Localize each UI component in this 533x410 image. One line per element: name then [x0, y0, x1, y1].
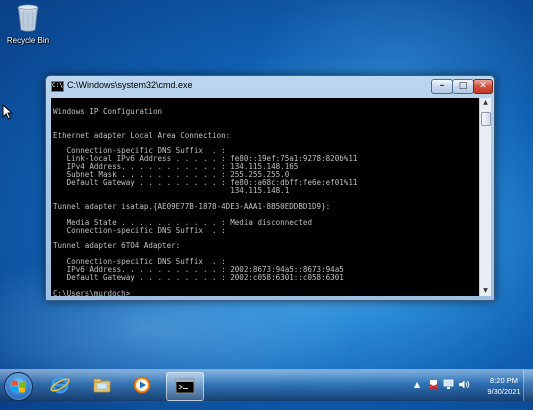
clock[interactable]: 8:20 PM 9/30/2021 [482, 375, 526, 397]
minimize-button[interactable]: – [431, 79, 453, 94]
scroll-up-icon[interactable]: ▲ [480, 98, 491, 108]
maximize-icon: □ [458, 81, 468, 91]
cmd-icon [175, 378, 195, 394]
recycle-bin-icon [17, 4, 39, 32]
console-line: Tunnel adapter isatap.{AE09E77B-1878-4DE… [53, 201, 331, 211]
show-hidden-icons-icon[interactable]: ▲ [414, 380, 420, 389]
windows-explorer-icon [93, 378, 111, 393]
console-line: Windows IP Configuration [53, 106, 163, 116]
clock-date: 9/30/2021 [487, 387, 521, 396]
console-line: Default Gateway . . . . . . . . . : 2002… [53, 272, 344, 282]
console-line: Connection-specific DNS Suffix . : [53, 225, 226, 235]
close-button[interactable]: ✕ [473, 79, 493, 94]
taskbar: ▲ 8:20 PM 9/30/2021 [0, 369, 533, 401]
window-title: C:\Windows\system32\cmd.exe [67, 80, 193, 90]
mouse-cursor-icon [2, 103, 14, 120]
console-line: C:\Users\murdoch> [53, 288, 131, 296]
taskbar-internet-explorer[interactable] [42, 372, 78, 399]
scroll-thumb[interactable] [481, 112, 491, 126]
cmd-window[interactable]: C:\ C:\Windows\system32\cmd.exe – □ ✕ Wi… [45, 75, 495, 301]
console-line: Tunnel adapter 6TO4 Adapter: [53, 241, 181, 251]
action-center-icon[interactable] [428, 379, 439, 390]
close-icon: ✕ [479, 81, 487, 91]
desktop-icon-label: Recycle Bin [6, 36, 50, 45]
system-tray: ▲ 8:20 PM 9/30/2021 [410, 370, 533, 401]
console-output[interactable]: Windows IP Configuration Ethernet adapte… [51, 98, 479, 296]
taskbar-media-player[interactable] [124, 372, 160, 399]
desktop-icon-recycle-bin[interactable]: Recycle Bin [4, 4, 52, 45]
internet-explorer-icon [50, 376, 70, 394]
scroll-down-icon[interactable]: ▼ [480, 286, 491, 296]
minimize-icon: – [439, 81, 445, 91]
network-icon[interactable] [443, 379, 454, 390]
maximize-button[interactable]: □ [452, 79, 474, 94]
windows-start-icon [12, 380, 25, 393]
cmd-icon: C:\ [51, 81, 64, 92]
vertical-scrollbar[interactable]: ▲ ▼ [479, 98, 491, 296]
media-player-icon [133, 376, 151, 394]
volume-icon[interactable] [458, 379, 470, 390]
console-text: Windows IP Configuration Ethernet adapte… [51, 98, 479, 296]
taskbar-cmd[interactable] [166, 372, 204, 401]
clock-time: 8:20 PM [490, 376, 518, 385]
console-line: 134.115.148.1 [53, 185, 290, 195]
show-desktop-button[interactable] [523, 370, 533, 401]
console-line: Ethernet adapter Local Area Connection: [53, 130, 231, 140]
start-button[interactable] [4, 372, 33, 401]
title-bar[interactable]: C:\ C:\Windows\system32\cmd.exe – □ ✕ [46, 76, 494, 96]
taskbar-windows-explorer[interactable] [84, 372, 120, 399]
